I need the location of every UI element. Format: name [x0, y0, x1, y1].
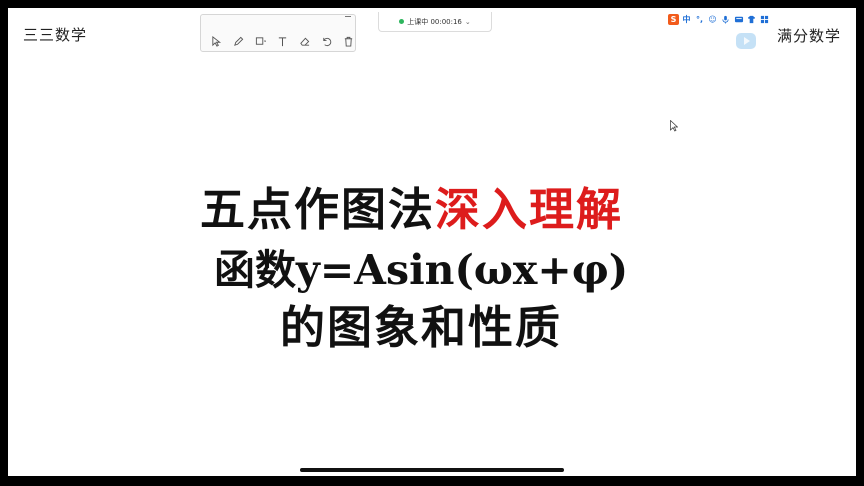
slide-title: 五点作图法深入理解 函数y=Asin(ωx+φ) 的图象和性质 — [8, 8, 856, 476]
shared-screen: 三三数学 满分数学 - — [8, 8, 856, 476]
slide-title-line1-red: 深入理解 — [435, 183, 624, 236]
slide-title-line1: 五点作图法深入理解 — [200, 173, 623, 238]
slide-title-line2: 函数y=Asin(ωx+φ) — [214, 246, 629, 294]
home-indicator-bar[interactable] — [300, 468, 564, 472]
slide-title-line3: 的图象和性质 — [280, 301, 563, 354]
slide-title-line1-black: 五点作图法 — [200, 183, 436, 236]
